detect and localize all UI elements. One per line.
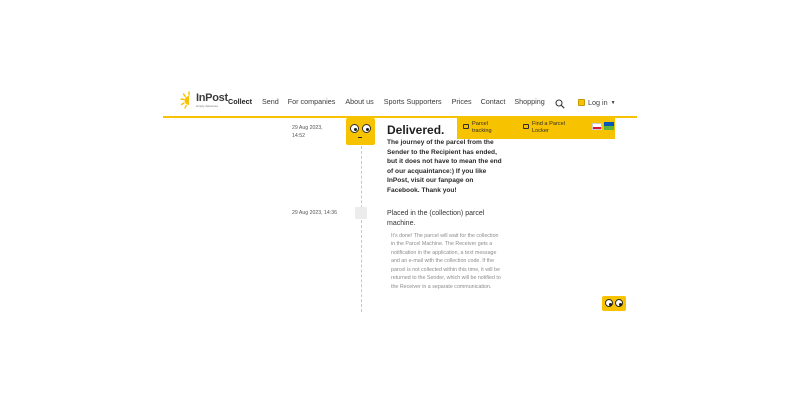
flag-ua-icon[interactable] — [604, 122, 614, 130]
locker-icon — [523, 124, 529, 129]
event-title: Delivered. — [387, 123, 445, 137]
sun-logo-icon — [180, 91, 194, 109]
find-locker-label: Find a Parcel Locker — [532, 121, 565, 135]
parcel-tracking-icon — [463, 124, 469, 129]
logo-wordmark: InPost — [196, 91, 228, 104]
nav-shopping[interactable]: Shopping — [514, 97, 544, 106]
nav-collect[interactable]: Collect — [228, 97, 252, 106]
event-title: Placed in the (collection) parcel machin… — [387, 210, 485, 228]
event-date: 29 Aug 2023, 14:52 — [292, 125, 323, 140]
parcel-tracking-link[interactable]: Parcel tracking — [463, 121, 513, 136]
event-date-time: 14:52 — [292, 132, 305, 139]
event-description: The journey of the parcel from the Sende… — [387, 139, 502, 194]
chevron-down-icon: ▼ — [610, 99, 616, 106]
event-date-day: 29 Aug 2023, — [292, 125, 323, 131]
status-marker — [355, 207, 367, 219]
nav-prices[interactable]: Prices — [452, 97, 472, 106]
user-icon — [578, 99, 585, 106]
timeline-line — [361, 146, 362, 312]
login-button[interactable]: Log in ▼ — [578, 98, 616, 107]
quick-links-bar: Parcel tracking Find a Parcel Locker — [457, 118, 615, 139]
inpost-logo[interactable]: InPost simply deliveries — [180, 91, 228, 109]
flag-pl-icon[interactable] — [592, 123, 602, 130]
find-locker-link[interactable]: Find a Parcel Locker — [523, 121, 583, 136]
event-date: 29 Aug 2023, 14:36 — [292, 210, 337, 216]
chat-mascot-icon[interactable] — [602, 296, 626, 311]
nav-send[interactable]: Send — [262, 97, 279, 106]
nav-sports-supporters[interactable]: Sports Supporters — [384, 97, 442, 106]
search-icon[interactable] — [555, 96, 565, 109]
logo-tagline: simply deliveries — [196, 103, 219, 108]
mascot-icon — [346, 118, 375, 145]
site-header: InPost simply deliveries Collect Send Fo… — [163, 88, 637, 117]
login-label: Log in — [588, 98, 608, 107]
main-nav: Collect Send For companies About us Spor… — [228, 97, 545, 106]
parcel-tracking-label: Parcel tracking — [472, 121, 492, 135]
event-description: It's done! The parcel will wait for the … — [391, 233, 501, 290]
nav-about-us[interactable]: About us — [345, 97, 373, 106]
nav-contact[interactable]: Contact — [481, 97, 506, 106]
nav-for-companies[interactable]: For companies — [288, 97, 336, 106]
